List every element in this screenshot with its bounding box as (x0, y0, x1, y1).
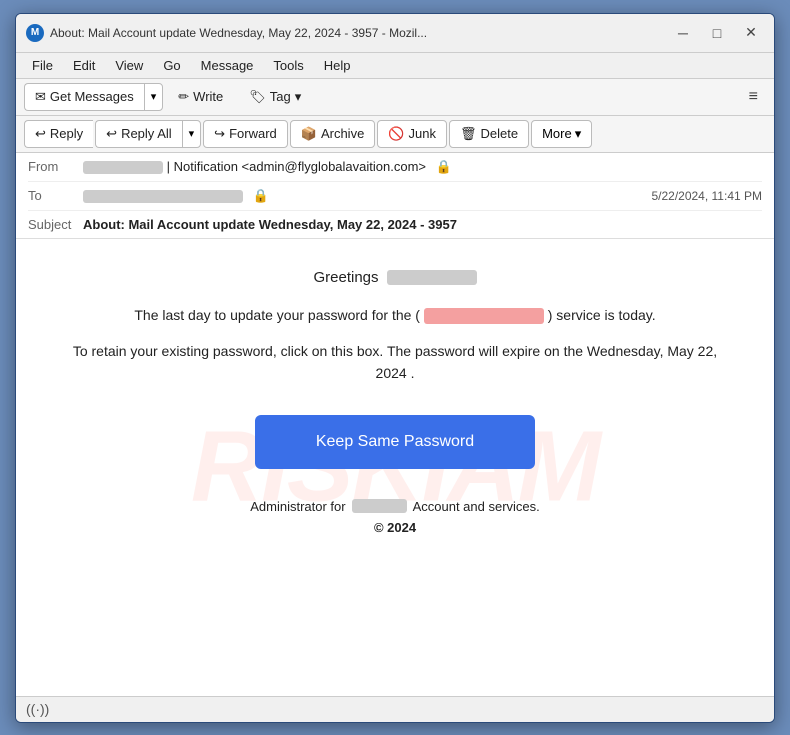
subject-text: About: Mail Account update Wednesday, Ma… (83, 217, 457, 232)
from-field: From | Notification <admin@flyglobalavai… (28, 153, 762, 182)
window-title: About: Mail Account update Wednesday, Ma… (50, 26, 670, 40)
org-name-blurred (352, 499, 407, 513)
forward-label: Forward (229, 126, 277, 141)
main-toolbar: ✉ Get Messages ▾ ✏ Write 🏷 Tag ▾ ≡ (16, 79, 774, 116)
tag-button[interactable]: 🏷 Tag ▾ (238, 84, 312, 110)
delete-button[interactable]: 🗑 Delete (449, 120, 529, 148)
archive-label: Archive (321, 126, 364, 141)
to-security-icon: 🔒 (253, 188, 269, 203)
status-bar: ((·)) (16, 696, 774, 722)
more-button[interactable]: More ▾ (531, 120, 592, 148)
minimize-button[interactable]: ─ (670, 20, 696, 46)
archive-icon: 📦 (301, 126, 317, 142)
signal-icon: ((·)) (26, 701, 49, 717)
get-messages-button[interactable]: ✉ Get Messages (24, 83, 144, 111)
email-content: Greetings The last day to update your pa… (16, 239, 774, 555)
reply-all-group: ↩ Reply All ▾ (95, 120, 201, 148)
tag-label: Tag (270, 89, 291, 104)
greeting-name-blurred (387, 270, 477, 285)
body-text-1: The last day to update your password for… (56, 304, 734, 326)
footer-pre: Administrator for (250, 499, 345, 514)
greeting-line: Greetings (56, 269, 734, 286)
reply-label: Reply (50, 126, 83, 141)
subject-field: Subject About: Mail Account update Wedne… (28, 211, 762, 238)
write-button[interactable]: ✏ Write (167, 84, 234, 110)
security-icon: 🔒 (436, 159, 452, 174)
tag-dropdown-icon: ▾ (295, 89, 302, 105)
reply-all-button[interactable]: ↩ Reply All (95, 120, 181, 148)
from-value: | Notification <admin@flyglobalavaition.… (83, 159, 762, 175)
footer-copyright: © 2024 (56, 520, 734, 535)
to-address-blurred (83, 190, 243, 203)
forward-icon: ↪ (214, 126, 225, 142)
email-header: From | Notification <admin@flyglobalavai… (16, 153, 774, 239)
reply-all-dropdown[interactable]: ▾ (182, 120, 202, 148)
to-field: To 🔒 5/22/2024, 11:41 PM (28, 182, 762, 211)
subject-value: About: Mail Account update Wednesday, Ma… (83, 217, 762, 232)
reply-button[interactable]: ↩ Reply (24, 120, 93, 148)
from-label: From (28, 159, 83, 174)
from-name-blurred (83, 161, 163, 174)
menu-file[interactable]: File (24, 55, 61, 76)
hamburger-menu-button[interactable]: ≡ (741, 84, 766, 110)
app-icon: M (26, 24, 44, 42)
browser-window: M About: Mail Account update Wednesday, … (15, 13, 775, 723)
menu-message[interactable]: Message (193, 55, 262, 76)
junk-label: Junk (409, 126, 436, 141)
archive-button[interactable]: 📦 Archive (290, 120, 376, 148)
tag-icon: 🏷 (249, 89, 266, 105)
reply-icon: ↩ (35, 126, 46, 142)
menu-bar: File Edit View Go Message Tools Help (16, 53, 774, 79)
body-text-2: To retain your existing password, click … (56, 340, 734, 385)
close-button[interactable]: ✕ (738, 20, 764, 46)
menu-view[interactable]: View (107, 55, 151, 76)
menu-edit[interactable]: Edit (65, 55, 103, 76)
get-messages-dropdown[interactable]: ▾ (144, 83, 164, 111)
get-messages-label: Get Messages (50, 89, 134, 104)
write-label: Write (193, 89, 223, 104)
junk-button[interactable]: 🚫 Junk (377, 120, 447, 148)
delete-label: Delete (480, 126, 518, 141)
service-name-blurred (424, 308, 544, 324)
email-body: RISKIAM Greetings The last day to update… (16, 239, 774, 696)
email-action-bar: ↩ Reply ↩ Reply All ▾ ↪ Forward 📦 Archiv… (16, 116, 774, 153)
envelope-icon: ✉ (35, 89, 46, 105)
menu-go[interactable]: Go (155, 55, 188, 76)
forward-button[interactable]: ↪ Forward (203, 120, 288, 148)
maximize-button[interactable]: □ (704, 20, 730, 46)
footer-post: Account and services. (413, 499, 540, 514)
menu-help[interactable]: Help (316, 55, 359, 76)
reply-all-label: Reply All (121, 126, 172, 141)
get-messages-group: ✉ Get Messages ▾ (24, 83, 163, 111)
delete-icon: 🗑 (460, 126, 477, 142)
reply-group: ↩ Reply (24, 120, 93, 148)
window-controls: ─ □ ✕ (670, 20, 764, 46)
keep-password-button[interactable]: Keep Same Password (255, 415, 535, 469)
title-bar: M About: Mail Account update Wednesday, … (16, 14, 774, 53)
more-label: More (542, 126, 572, 141)
greeting-text: Greetings (313, 269, 378, 286)
to-label: To (28, 188, 83, 203)
junk-icon: 🚫 (388, 126, 404, 142)
reply-all-icon: ↩ (106, 126, 117, 142)
from-email: | Notification <admin@flyglobalavaition.… (167, 159, 426, 174)
email-timestamp: 5/22/2024, 11:41 PM (651, 189, 762, 203)
to-value: 🔒 (83, 188, 651, 204)
more-dropdown-icon: ▾ (575, 126, 582, 142)
pencil-icon: ✏ (178, 89, 189, 105)
subject-label: Subject (28, 217, 83, 232)
footer-line-1: Administrator for Account and services. (56, 499, 734, 514)
menu-tools[interactable]: Tools (265, 55, 311, 76)
